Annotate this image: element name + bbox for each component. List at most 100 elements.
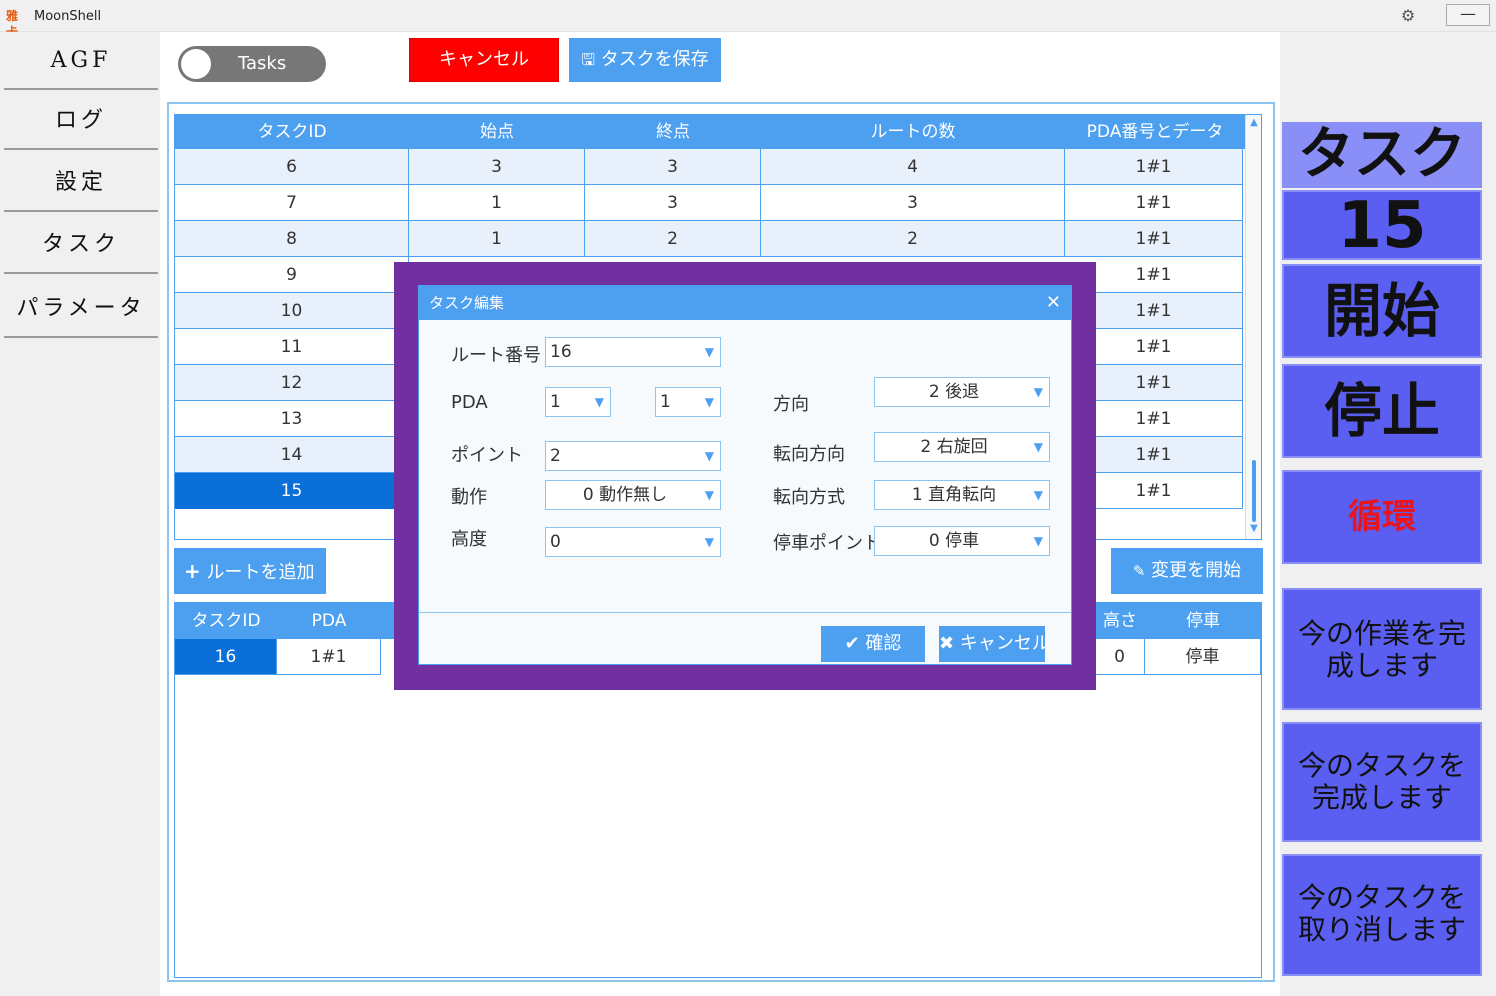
confirm-button[interactable]: ✔ 確認: [821, 626, 925, 662]
cell-route-count: 3: [761, 185, 1065, 221]
chevron-down-icon: ▼: [704, 535, 714, 549]
direction-value: 2 後退: [928, 382, 980, 402]
confirm-label: 確認: [865, 633, 902, 654]
turn-direction-select[interactable]: 2 右旋回 ▼: [874, 432, 1050, 462]
route-cell-stop[interactable]: 停車: [1145, 639, 1261, 675]
sidebar-item-log[interactable]: ログ: [4, 92, 158, 150]
point-value: 2: [550, 446, 561, 466]
save-task-button[interactable]: 🖫 タスクを保存: [569, 38, 721, 82]
table-row[interactable]: 6 3 3 4 1#1: [175, 149, 1243, 185]
route-cell-pda[interactable]: 1#1: [277, 639, 381, 675]
task-label: タスク: [1282, 122, 1482, 188]
cell-start: 1: [409, 221, 585, 257]
cell-route-count: 4: [761, 149, 1065, 185]
turn-mode-select[interactable]: 1 直角転向 ▼: [874, 480, 1050, 510]
direction-select[interactable]: 2 後退 ▼: [874, 377, 1050, 407]
cell-task-id: 8: [175, 221, 409, 257]
route-cell-task-id[interactable]: 16: [175, 639, 277, 675]
finish-task-button[interactable]: 今のタスクを完成します: [1282, 722, 1482, 842]
col-header-route-stop[interactable]: 停車: [1145, 603, 1261, 639]
sidebar-item-settings[interactable]: 設定: [4, 154, 158, 212]
pda-select-2[interactable]: 1 ▼: [655, 387, 721, 417]
cell-pda-data: 1#1: [1065, 185, 1243, 221]
table-scrollbar[interactable]: ▲ ▼: [1245, 115, 1261, 539]
point-select[interactable]: 2 ▼: [545, 441, 721, 471]
tasks-toggle[interactable]: Tasks: [178, 46, 326, 82]
cell-end: 3: [585, 149, 761, 185]
chevron-down-icon: ▼: [704, 395, 714, 409]
add-route-button[interactable]: + ルートを追加: [174, 548, 326, 594]
cell-task-id: 6: [175, 149, 409, 185]
sidebar-item-tasks[interactable]: タスク: [4, 216, 158, 274]
pda-value-1: 1: [550, 392, 561, 412]
stop-point-value: 0 停車: [928, 531, 980, 551]
turn-direction-value: 2 右旋回: [920, 437, 988, 457]
toggle-knob: [181, 49, 211, 79]
app-logo: 雅卡: [6, 9, 19, 39]
col-header-end[interactable]: 終点: [585, 115, 761, 149]
action-label: 動作: [451, 487, 487, 508]
dialog-title: タスク編集: [419, 286, 1071, 320]
stop-point-select[interactable]: 0 停車 ▼: [874, 526, 1050, 556]
cancel-button[interactable]: キャンセル: [409, 38, 559, 82]
table-row[interactable]: 7 1 3 3 1#1: [175, 185, 1243, 221]
finish-job-button[interactable]: 今の作業を完成します: [1282, 588, 1482, 710]
turn-direction-label: 転向方向: [773, 444, 845, 465]
gears-icon[interactable]: ⚙: [1397, 5, 1419, 27]
chevron-down-icon[interactable]: ▼: [1246, 521, 1262, 537]
stop-button[interactable]: 停止: [1282, 364, 1482, 458]
pda-select-1[interactable]: 1 ▼: [545, 387, 611, 417]
dialog-cancel-label: キャンセル: [959, 633, 1050, 654]
col-header-start[interactable]: 始点: [409, 115, 585, 149]
col-header-route-task-id[interactable]: タスクID: [175, 603, 277, 639]
minimize-button[interactable]: —: [1446, 4, 1490, 26]
cell-task-id: 7: [175, 185, 409, 221]
start-button[interactable]: 開始: [1282, 264, 1482, 358]
start-change-button[interactable]: ✎ 変更を開始: [1111, 548, 1263, 594]
route-no-label: ルート番号: [451, 345, 541, 366]
col-header-route-pda[interactable]: PDA: [277, 603, 381, 639]
route-cell-height[interactable]: 0: [1095, 639, 1145, 675]
chevron-down-icon: ▼: [704, 449, 714, 463]
pda-label: PDA: [451, 392, 488, 413]
app-title: MoonShell: [34, 9, 102, 24]
chevron-up-icon[interactable]: ▲: [1246, 115, 1262, 131]
sidebar-item-parameters[interactable]: パラメータ: [4, 280, 158, 338]
loop-button[interactable]: 循環: [1282, 470, 1482, 564]
cell-route-count: 2: [761, 221, 1065, 257]
title-bar: 雅卡 MoonShell ⚙ —: [0, 0, 1496, 39]
chevron-down-icon: ▼: [704, 488, 714, 502]
height-value: 0: [550, 532, 561, 552]
close-icon[interactable]: ✕: [1046, 286, 1061, 320]
height-select[interactable]: 0 ▼: [545, 527, 721, 557]
route-no-value: 16: [550, 342, 572, 362]
action-value: 0 動作無し: [582, 485, 668, 505]
add-route-label: ルートを追加: [206, 562, 315, 583]
cell-task-id: 11: [175, 329, 409, 365]
col-header-route-count[interactable]: ルートの数: [761, 115, 1065, 149]
cell-task-id: 14: [175, 437, 409, 473]
height-label: 高度: [451, 529, 487, 550]
dialog-separator: [419, 612, 1071, 613]
turn-mode-label: 転向方式: [773, 487, 845, 508]
action-select[interactable]: 0 動作無し ▼: [545, 480, 721, 510]
table-row[interactable]: 8 1 2 2 1#1: [175, 221, 1243, 257]
col-header-task-id[interactable]: タスクID: [175, 115, 409, 149]
sidebar-item-agf[interactable]: AGF: [4, 32, 158, 90]
dialog-cancel-button[interactable]: ✖ キャンセル: [939, 626, 1050, 662]
route-no-select[interactable]: 16 ▼: [545, 337, 721, 367]
cell-task-id: 9: [175, 257, 409, 293]
cancel-task-button[interactable]: 今のタスクを取り消します: [1282, 854, 1482, 976]
chevron-down-icon: ▼: [1033, 534, 1043, 548]
chevron-down-icon: ▼: [1033, 385, 1043, 399]
col-header-route-height[interactable]: 高さ: [1095, 603, 1145, 639]
check-icon: ✔: [844, 633, 860, 654]
cell-start: 1: [409, 185, 585, 221]
col-header-pda-data[interactable]: PDA番号とデータ: [1065, 115, 1245, 149]
cell-task-id: 15: [175, 473, 409, 509]
current-task-number: 15: [1282, 190, 1482, 260]
pda-value-2: 1: [660, 392, 671, 412]
cell-pda-data: 1#1: [1065, 149, 1243, 185]
cell-end: 3: [585, 185, 761, 221]
scrollbar-thumb[interactable]: [1252, 460, 1256, 522]
